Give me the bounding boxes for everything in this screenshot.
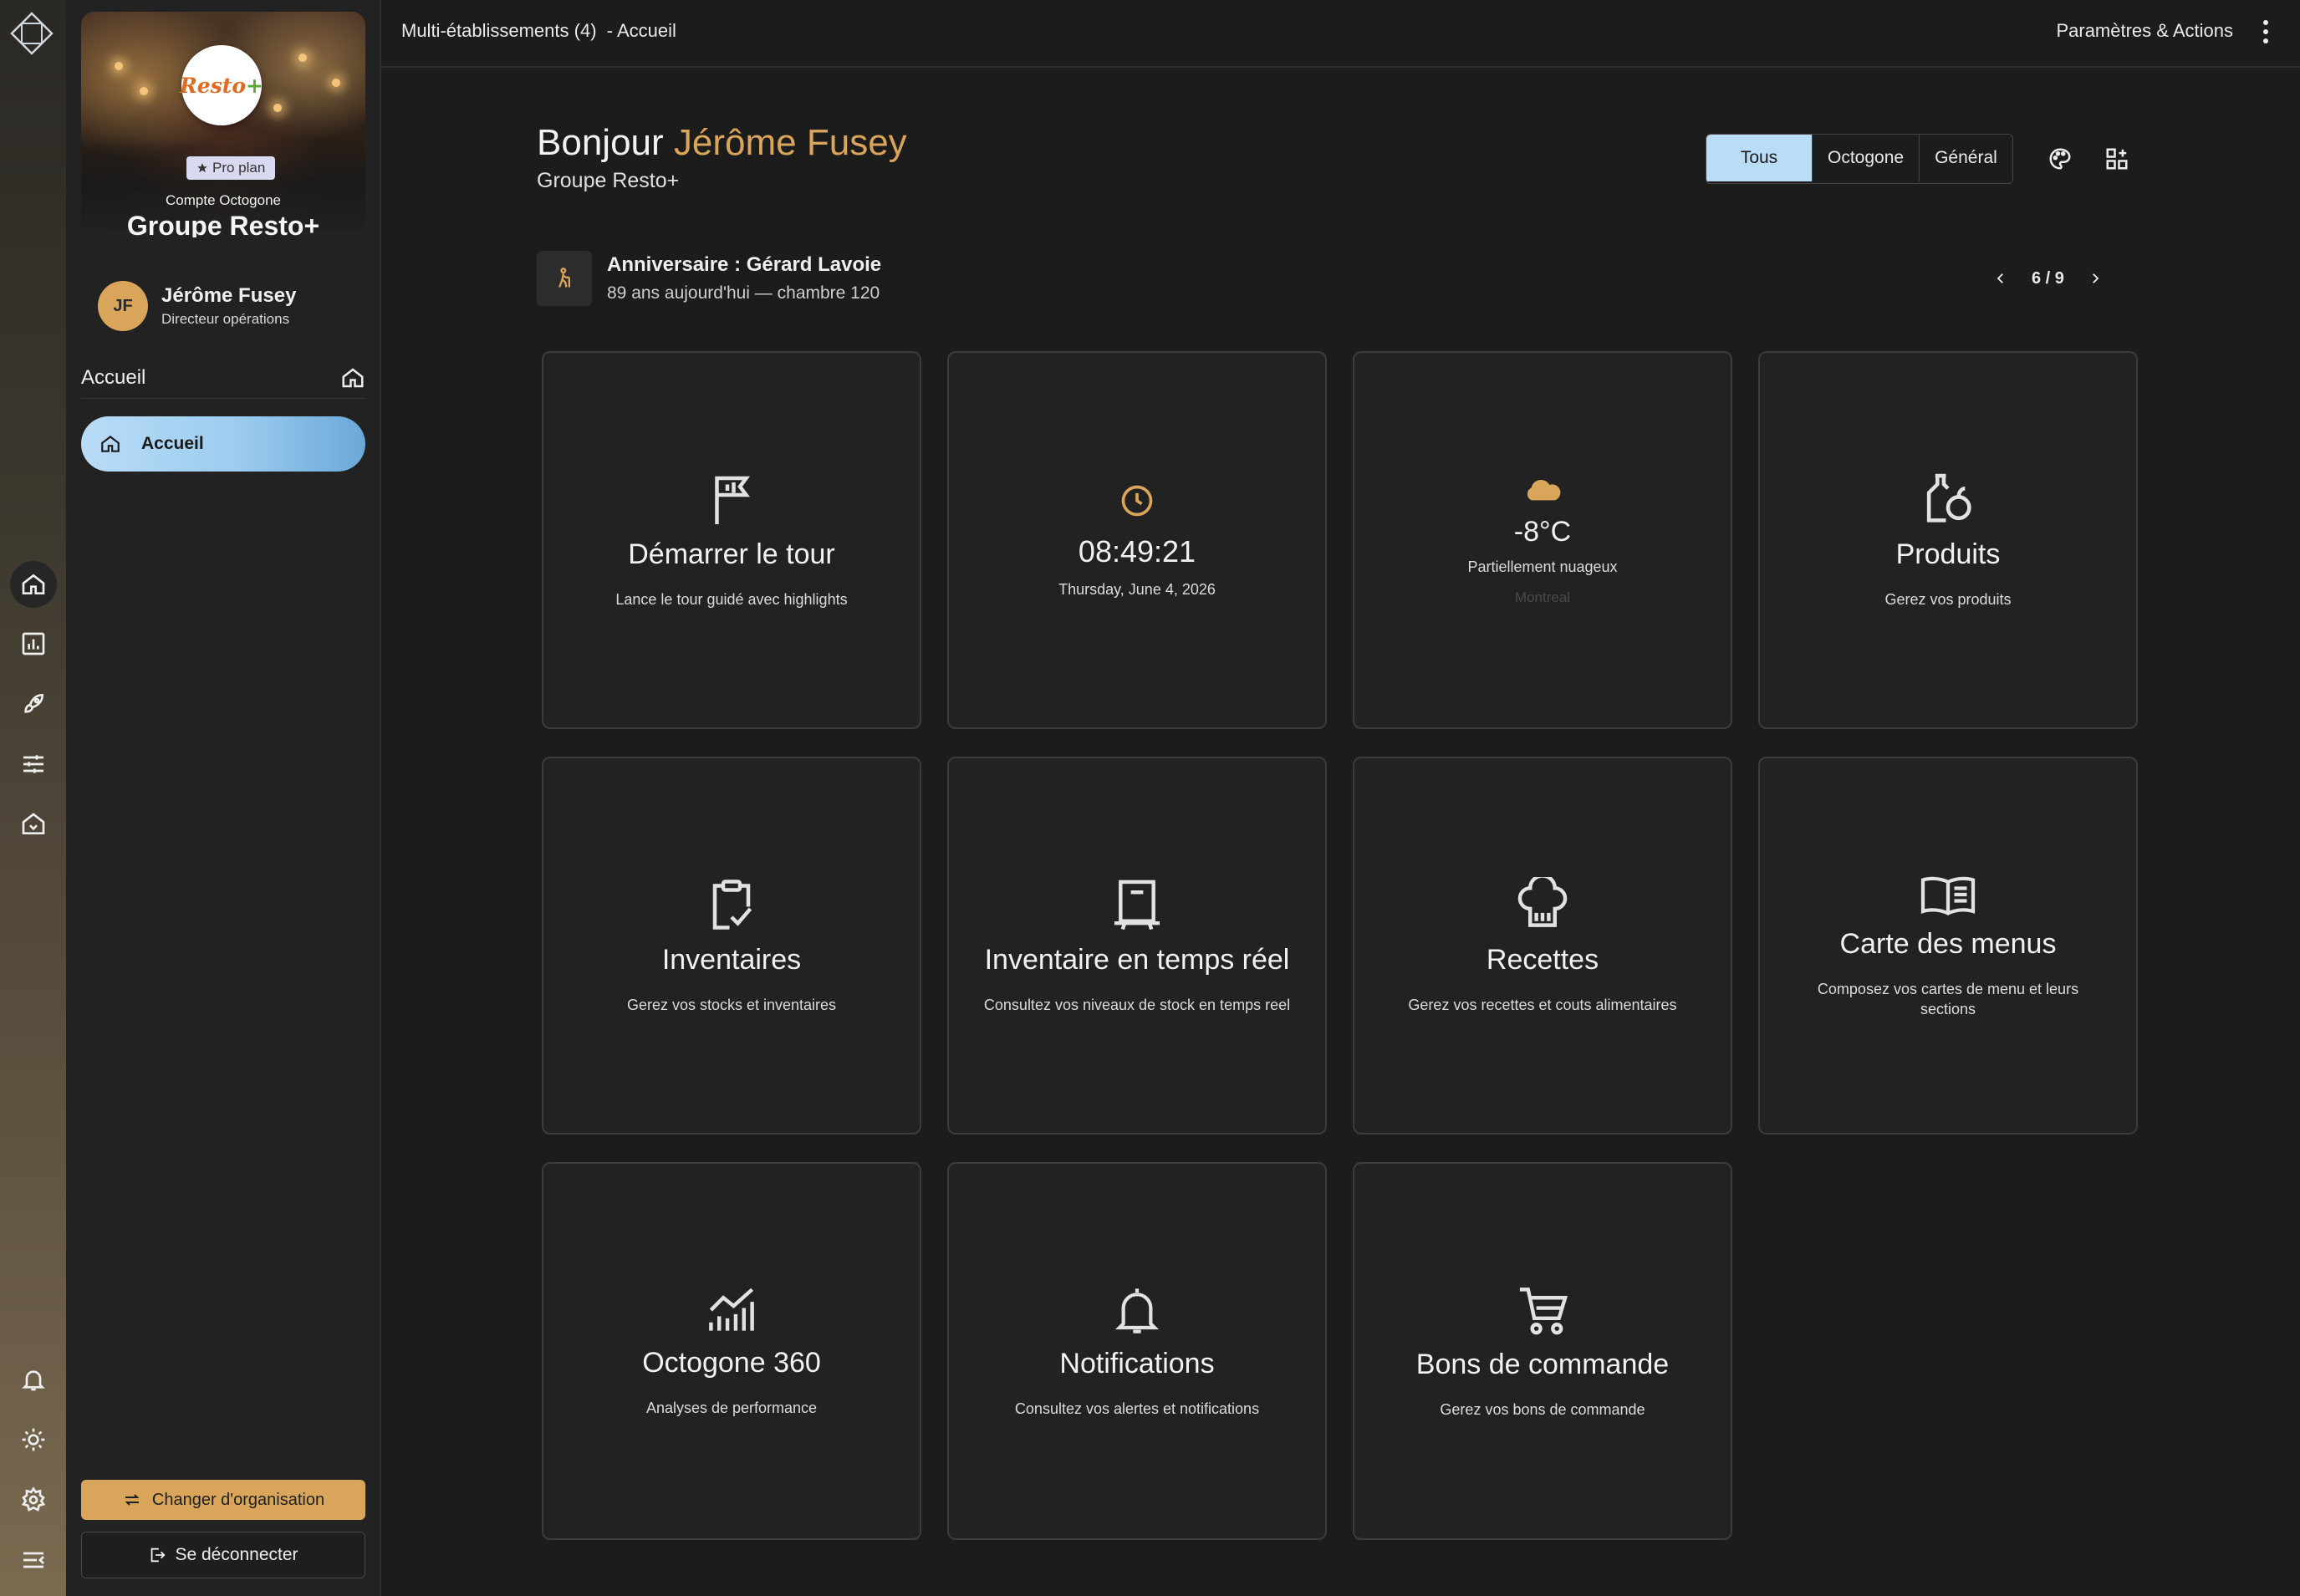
flag-icon	[706, 472, 757, 527]
bottle-produce-icon	[1920, 472, 1976, 527]
announcement-banner: Anniversaire : Gérard Lavoie 89 ans aujo…	[537, 249, 881, 308]
card-description: Gerez vos produits	[1884, 590, 2012, 608]
settings-actions-button[interactable]: Paramètres & Actions	[2056, 20, 2233, 42]
card-description: Analyses de performance	[645, 1399, 818, 1416]
sun-icon[interactable]	[10, 1416, 57, 1463]
account-name: Groupe Resto+	[126, 211, 320, 237]
establishment-icon[interactable]	[10, 801, 57, 848]
page-title: Bonjour Jérôme Fusey	[537, 122, 907, 163]
recettes-card[interactable]: Recettes Gerez vos recettes et couts ali…	[1353, 757, 1732, 1135]
shopping-cart-icon	[1516, 1283, 1569, 1337]
card-title: Démarrer le tour	[628, 538, 835, 570]
sidebar: Resto+ Pro plan Compte Octogone Groupe R…	[66, 0, 381, 1596]
icon-rail	[0, 0, 66, 1596]
notifications-card[interactable]: Notifications Consultez vos alertes et n…	[947, 1162, 1327, 1540]
logout-button[interactable]: Se déconnecter	[81, 1532, 365, 1578]
swap-icon	[125, 1494, 140, 1506]
card-title: Carte des menus	[1839, 927, 2057, 960]
card-title: Inventaire en temps réel	[984, 943, 1290, 976]
plan-badge: Pro plan	[186, 156, 276, 180]
filter-toggle-group: Tous Octogone Général	[1706, 134, 2013, 184]
announcement-title: Anniversaire : Gérard Lavoie	[607, 253, 882, 276]
card-description: Lance le tour guidé avec highlights	[615, 590, 848, 608]
sidebar-item-accueil[interactable]: Accueil	[81, 416, 365, 472]
home-icon[interactable]	[10, 561, 57, 608]
announcement-pager: 6 / 9	[1993, 261, 2103, 296]
clock-card: 08:49:21 Thursday, June 4, 2026	[947, 351, 1327, 729]
weather-city: Montreal	[1514, 589, 1571, 605]
user-profile[interactable]: JF Jérôme Fusey Directeur opérations	[98, 279, 296, 333]
card-description: Consultez vos niveaux de stock en temps …	[983, 996, 1291, 1013]
announcement-subtitle: 89 ans aujourd'hui — chambre 120	[607, 283, 880, 303]
filter-general[interactable]: Général	[1919, 135, 2012, 181]
analytics-icon	[705, 1285, 758, 1335]
more-vert-icon[interactable]	[2255, 17, 2277, 47]
pager-count: 6 / 9	[2032, 268, 2064, 288]
reports-icon[interactable]	[10, 620, 57, 667]
sliders-icon[interactable]	[10, 741, 57, 788]
star-icon	[197, 163, 207, 173]
rocket-icon[interactable]	[10, 681, 57, 727]
card-title: Bons de commande	[1415, 1348, 1670, 1380]
user-name: Jérôme Fusey	[161, 284, 297, 307]
organization-subtitle: Groupe Resto+	[537, 169, 680, 192]
bell-icon	[1114, 1284, 1160, 1336]
weather-card: -8°C Partiellement nuageux Montreal	[1353, 351, 1732, 729]
home-icon	[101, 435, 120, 452]
carte-menus-card[interactable]: Carte des menus Composez vos cartes de m…	[1758, 757, 2138, 1135]
elderly-person-icon	[537, 251, 592, 306]
home-icon[interactable]	[340, 365, 365, 390]
card-description: Consultez vos alertes et notifications	[1014, 1400, 1260, 1417]
settings-icon[interactable]	[10, 1476, 57, 1523]
avatar: JF	[98, 281, 148, 331]
card-description: Gerez vos recettes et couts alimentaires	[1408, 996, 1677, 1013]
sidebar-item-label: Accueil	[141, 434, 204, 453]
clock-date: Thursday, June 4, 2026	[1058, 580, 1216, 598]
card-description: Composez vos cartes de menu et leurs sec…	[1817, 980, 2079, 1017]
widgets-icon[interactable]	[2100, 142, 2134, 176]
bons-commande-card[interactable]: Bons de commande Gerez vos bons de comma…	[1353, 1162, 1732, 1540]
inventaires-card[interactable]: Inventaires Gerez vos stocks et inventai…	[542, 757, 921, 1135]
card-description: Gerez vos bons de commande	[1440, 1400, 1645, 1418]
organization-banner: Resto+ Pro plan Compte Octogone Groupe R…	[81, 12, 365, 237]
inventaire-temps-reel-card[interactable]: Inventaire en temps réel Consultez vos n…	[947, 757, 1327, 1135]
organization-logo: Resto+	[180, 45, 263, 125]
chevron-left-icon[interactable]	[1993, 271, 2008, 286]
clipboard-check-icon	[706, 877, 757, 932]
collapse-menu-icon[interactable]	[10, 1537, 57, 1583]
card-title: Recettes	[1486, 943, 1599, 976]
open-book-icon	[1919, 873, 1977, 916]
greeting-name: Jérôme Fusey	[673, 122, 907, 163]
bell-icon[interactable]	[10, 1356, 57, 1403]
octogone-360-card[interactable]: Octogone 360 Analyses de performance	[542, 1162, 921, 1540]
change-organization-button[interactable]: Changer d'organisation	[81, 1480, 365, 1520]
card-title: Octogone 360	[642, 1346, 821, 1379]
card-description: Gerez vos stocks et inventaires	[626, 996, 837, 1013]
filter-tous[interactable]: Tous	[1706, 135, 1812, 181]
chevron-right-icon[interactable]	[2088, 271, 2103, 286]
palette-icon[interactable]	[2043, 142, 2077, 176]
cloud-icon	[1522, 474, 1563, 504]
tour-card[interactable]: Démarrer le tour Lance le tour guidé ave…	[542, 351, 921, 729]
app-logo-icon[interactable]	[8, 10, 55, 57]
clock-icon	[1119, 482, 1155, 519]
weather-temperature: -8°C	[1513, 516, 1572, 548]
card-title: Produits	[1895, 538, 2001, 570]
top-bar: Multi-établissements (4) - Accueil Param…	[381, 0, 2300, 68]
section-title: Accueil	[81, 366, 146, 389]
scale-icon	[1110, 877, 1164, 932]
card-title: Notifications	[1059, 1347, 1215, 1379]
user-role: Directeur opérations	[161, 311, 290, 327]
weather-condition: Partiellement nuageux	[1467, 558, 1618, 575]
filter-octogone[interactable]: Octogone	[1812, 135, 1919, 181]
logout-icon	[151, 1548, 166, 1563]
breadcrumb: Multi-établissements (4) - Accueil	[401, 20, 676, 41]
chef-hat-icon	[1516, 876, 1569, 932]
produits-card[interactable]: Produits Gerez vos produits	[1758, 351, 2138, 729]
account-label: Compte Octogone	[166, 192, 281, 208]
section-header: Accueil	[81, 358, 365, 399]
clock-time: 08:49:21	[1078, 533, 1196, 569]
card-title: Inventaires	[661, 943, 802, 976]
